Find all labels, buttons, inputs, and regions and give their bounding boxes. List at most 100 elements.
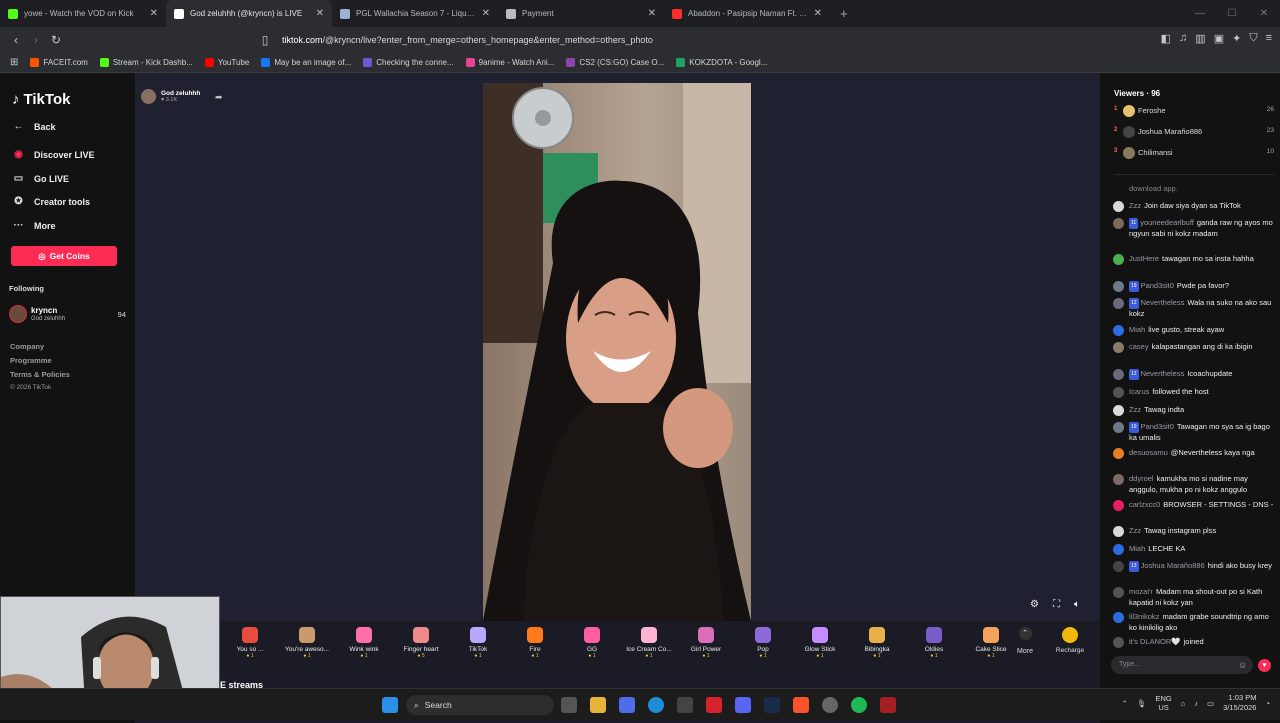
gift-item[interactable]: You're aweso... ● 1 xyxy=(277,627,337,659)
chat-username[interactable]: it's DLANOR🤍 xyxy=(1129,637,1181,646)
chevron-up-icon[interactable]: ⌃ xyxy=(1122,699,1128,708)
avatar[interactable] xyxy=(1113,342,1124,353)
avatar[interactable] xyxy=(1113,448,1124,459)
spotify-icon[interactable] xyxy=(851,697,867,713)
nav-discover-live[interactable]: ◉ Discover LIVE xyxy=(12,149,94,160)
wallet-icon[interactable]: ▣ xyxy=(1214,32,1224,45)
chat-username[interactable]: Pand3sit0 xyxy=(1141,281,1174,290)
language-indicator[interactable]: ENG US xyxy=(1155,694,1171,712)
chat-username[interactable]: ddyroel xyxy=(1129,474,1154,483)
top-viewer-row[interactable]: 2 Joshua Maraño886 23 xyxy=(1114,126,1274,140)
avatar[interactable] xyxy=(1113,405,1124,416)
taskbar-search[interactable]: ⌕ Search xyxy=(406,695,554,715)
nav-back[interactable]: ← Back xyxy=(12,121,56,132)
chat-username[interactable]: carlzxcc0 xyxy=(1129,500,1160,509)
viewers-header[interactable]: Viewers · 96 xyxy=(1114,89,1160,98)
bookmark-item[interactable]: Checking the conne... xyxy=(363,58,454,67)
close-tab-icon[interactable]: ✕ xyxy=(648,8,656,19)
mic-icon[interactable]: 🎙︎ xyxy=(1137,699,1147,708)
gift-item[interactable]: Ice Cream Co... ● 1 xyxy=(619,627,679,659)
chat-username[interactable]: Miah xyxy=(1129,544,1145,553)
forward-arrow-icon[interactable]: › xyxy=(26,33,46,47)
nav-go-live[interactable]: ▭ Go LIVE xyxy=(12,173,69,184)
browser-tab[interactable]: Payment ✕ xyxy=(498,0,664,27)
avatar[interactable] xyxy=(1113,387,1124,398)
like-heart-button[interactable]: ♥ xyxy=(1258,659,1271,672)
footer-programme[interactable]: Programme xyxy=(10,356,52,365)
avatar[interactable] xyxy=(1113,298,1124,309)
top-viewer-row[interactable]: 3 Chilimansi 10 xyxy=(1114,147,1274,161)
following-user[interactable]: kryncn God zeluhhh 94 xyxy=(9,305,129,325)
apps-grid-icon[interactable]: ⊞ xyxy=(10,57,18,68)
network-icon[interactable]: ⌂ xyxy=(1181,699,1186,708)
avatar[interactable] xyxy=(1113,254,1124,265)
share-icon[interactable]: ➦ xyxy=(215,92,223,103)
settings-gear-icon[interactable]: ⚙ xyxy=(1030,599,1039,610)
avatar[interactable] xyxy=(1113,612,1124,623)
bookmark-icon[interactable]: ▯ xyxy=(255,33,275,47)
copilot-icon[interactable] xyxy=(619,697,635,713)
top-viewer-row[interactable]: 1 Feroshe 26 xyxy=(1114,105,1274,119)
chat-username[interactable]: Nevertheless xyxy=(1141,369,1185,378)
bookmark-item[interactable]: FACEIT.com xyxy=(30,58,88,67)
avatar[interactable] xyxy=(1113,526,1124,537)
chat-username[interactable]: Pand3sit0 xyxy=(1141,422,1174,431)
get-coins-button[interactable]: ◎ Get Coins xyxy=(11,246,117,266)
maximize-icon[interactable]: ☐ xyxy=(1216,0,1248,27)
volume-icon[interactable]: 🔈︎ xyxy=(1074,599,1080,610)
bookmark-item[interactable]: May be an image of... xyxy=(261,58,351,67)
avatar[interactable] xyxy=(1113,637,1124,648)
app-icon-red[interactable] xyxy=(706,697,722,713)
gift-item[interactable]: Oldies ● 1 xyxy=(904,627,964,659)
bookmark-item[interactable]: Stream - Kick Dashb... xyxy=(99,58,193,67)
tiktok-logo[interactable]: ♪ TikTok xyxy=(12,91,70,108)
chat-username[interactable]: Miah xyxy=(1129,325,1145,334)
gift-item[interactable]: Bibingka ● 1 xyxy=(847,627,907,659)
chat-username[interactable]: lil3nikokz xyxy=(1129,612,1159,621)
chat-username[interactable]: mozai'r xyxy=(1129,587,1153,596)
emoji-icon[interactable]: ☺ xyxy=(1238,660,1247,670)
windows-start-icon[interactable] xyxy=(382,697,398,713)
avatar[interactable] xyxy=(1113,474,1124,485)
music-icon[interactable]: ♫ xyxy=(1179,32,1187,45)
chat-username[interactable]: Zzz xyxy=(1129,526,1141,535)
close-tab-icon[interactable]: ✕ xyxy=(316,8,324,19)
avatar[interactable] xyxy=(1113,500,1124,511)
sidebar-icon[interactable]: ▥ xyxy=(1195,32,1205,45)
host-info[interactable]: God zeluhhh ♥ 3.1K xyxy=(141,89,200,104)
avatar[interactable] xyxy=(1113,325,1124,336)
recharge-button[interactable]: Recharge xyxy=(1050,627,1090,654)
avatar[interactable] xyxy=(1113,218,1124,229)
close-tab-icon[interactable]: ✕ xyxy=(814,8,822,19)
avatar[interactable] xyxy=(1113,422,1124,433)
notification-icon[interactable]: ◔ xyxy=(1265,699,1270,708)
chat-username[interactable]: Zzz xyxy=(1129,405,1141,414)
store-icon[interactable] xyxy=(677,697,693,713)
avatar[interactable] xyxy=(1113,544,1124,555)
gift-item[interactable]: Pop ● 1 xyxy=(733,627,793,659)
menu-icon[interactable]: ≡ xyxy=(1266,32,1272,45)
live-video[interactable] xyxy=(483,83,751,621)
speaker-icon[interactable]: ♪ xyxy=(1194,699,1198,708)
footer-terms[interactable]: Terms & Policies xyxy=(10,370,70,379)
dota-icon[interactable] xyxy=(880,697,896,713)
url-field[interactable]: tiktok.com/@kryncn/live?enter_from_merge… xyxy=(282,31,1000,49)
bookmark-item[interactable]: YouTube xyxy=(204,58,249,67)
browser-tab[interactable]: Abaddon - Pasipsip Naman Ft. Ez ✕ xyxy=(664,0,830,27)
bookmark-item[interactable]: KOKZDOTA - Googl... xyxy=(676,58,767,67)
bookmark-item[interactable]: CS2 (CS:GO) Case O... xyxy=(566,58,664,67)
chat-username[interactable]: Joshua Maraño886 xyxy=(1141,561,1205,570)
avatar[interactable] xyxy=(1113,369,1124,380)
close-window-icon[interactable]: ✕ xyxy=(1248,0,1280,27)
file-explorer-icon[interactable] xyxy=(590,697,606,713)
sparkle-icon[interactable]: ✦ xyxy=(1232,32,1241,45)
steam-icon[interactable] xyxy=(822,697,838,713)
vscode-icon[interactable] xyxy=(764,697,780,713)
nav-more[interactable]: ··· More xyxy=(12,220,56,231)
gift-item[interactable]: Wink wink ● 1 xyxy=(334,627,394,659)
avatar[interactable] xyxy=(1113,587,1124,598)
back-arrow-icon[interactable]: ‹ xyxy=(6,33,26,47)
chat-username[interactable]: desuosamu xyxy=(1129,448,1168,457)
chat-username[interactable]: Icarus xyxy=(1129,387,1149,396)
brave-icon[interactable] xyxy=(793,697,809,713)
